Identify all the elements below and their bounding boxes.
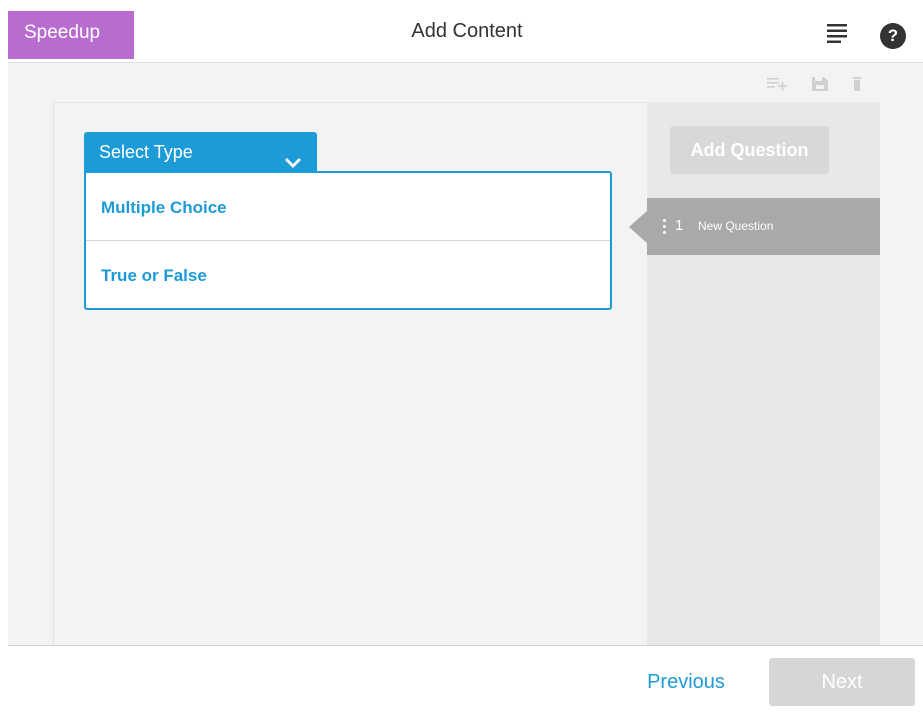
option-true-or-false[interactable]: True or False	[86, 241, 610, 309]
app-header: Speedup Add Content ?	[0, 0, 923, 62]
select-type-dropdown[interactable]: Select Type	[84, 132, 317, 173]
next-button[interactable]: Next	[769, 658, 915, 706]
question-list-panel	[647, 102, 880, 645]
help-icon[interactable]: ?	[880, 23, 906, 49]
question-number: 1	[675, 217, 684, 234]
question-list-item[interactable]: 1 New Question	[647, 198, 880, 255]
save-icon[interactable]	[810, 73, 832, 93]
question-title: New Question	[698, 219, 774, 233]
trash-icon[interactable]	[848, 73, 870, 93]
previous-button[interactable]: Previous	[632, 660, 740, 704]
add-question-button[interactable]: Add Question	[670, 126, 829, 174]
option-multiple-choice[interactable]: Multiple Choice	[86, 173, 610, 241]
select-type-label: Select Type	[99, 142, 193, 162]
hamburger-menu-icon[interactable]	[827, 22, 849, 44]
select-type-options: Multiple Choice True or False	[84, 171, 612, 310]
page-title: Add Content	[411, 20, 523, 42]
chevron-down-icon	[284, 144, 302, 168]
footer-divider	[8, 645, 923, 646]
add-list-icon[interactable]	[766, 73, 788, 93]
selected-question-pointer	[629, 211, 647, 243]
drag-handle-icon[interactable]	[663, 219, 667, 235]
